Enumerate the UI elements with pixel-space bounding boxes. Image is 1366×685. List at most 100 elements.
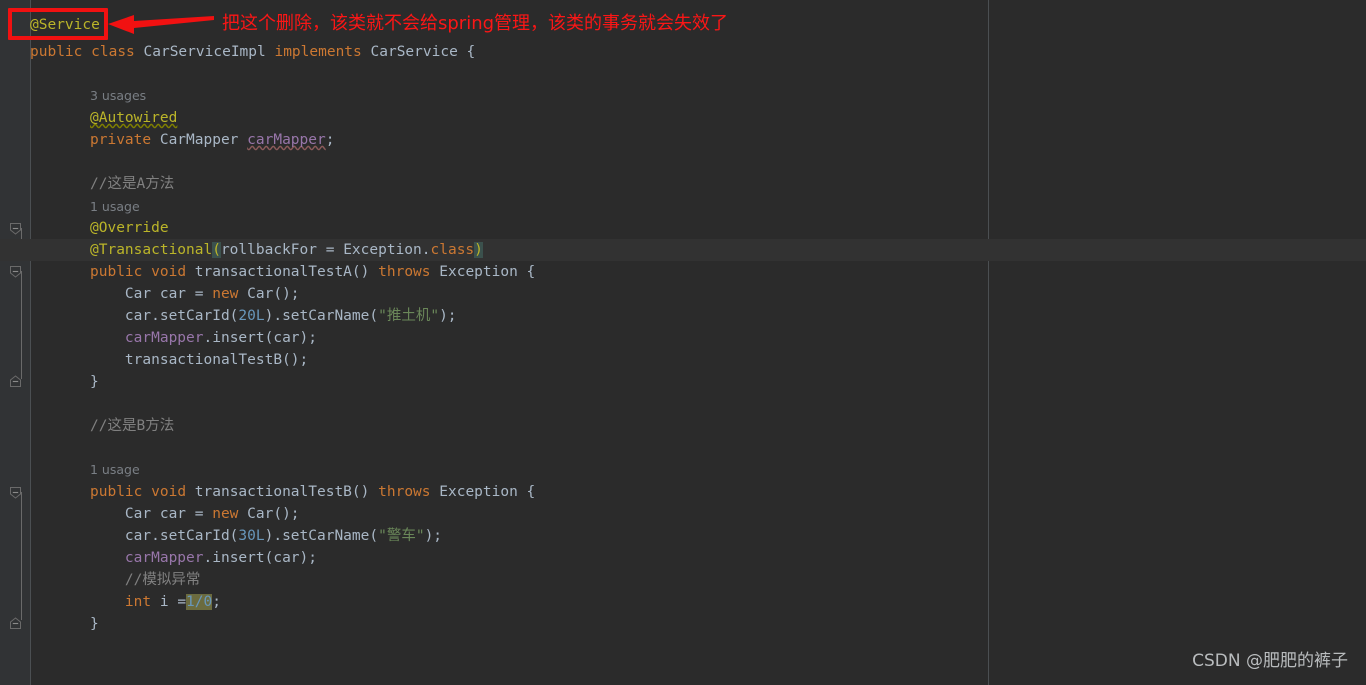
- code-text-layer[interactable]: @Service public class CarServiceImpl impl…: [0, 0, 1366, 685]
- code-line[interactable]: @Autowired: [0, 107, 1366, 129]
- annotation-note-text: 把这个删除，该类就不会给spring管理，该类的事务就会失效了: [222, 13, 729, 34]
- code-token: ).setCarName(: [264, 308, 379, 324]
- code-token: {: [517, 484, 536, 500]
- code-token: ;: [212, 594, 221, 610]
- code-line-content: car.setCarId(30L).setCarName("警车");: [0, 525, 442, 547]
- code-token: transactionalTestA: [194, 264, 352, 280]
- watermark-label: CSDN @肥肥的裤子: [1192, 651, 1348, 671]
- code-line[interactable]: transactionalTestB();: [0, 349, 1366, 371]
- code-token: transactionalTestB();: [90, 352, 309, 368]
- code-token: Exception: [439, 264, 518, 280]
- code-token: {: [517, 264, 536, 280]
- code-token: CarMapper: [159, 132, 239, 148]
- code-line[interactable]: @Override: [0, 217, 1366, 239]
- code-line[interactable]: //模拟异常: [0, 569, 1366, 591]
- usage-hint-label[interactable]: 3 usages: [0, 85, 146, 107]
- code-line[interactable]: carMapper.insert(car);: [0, 547, 1366, 569]
- code-token: public: [90, 484, 143, 500]
- code-line[interactable]: //这是A方法: [0, 173, 1366, 195]
- code-line-content: public void transactionalTestB() throws …: [0, 481, 535, 503]
- code-line-content: transactionalTestB();: [0, 349, 308, 371]
- inlay-hint-row[interactable]: 3 usages: [0, 85, 1366, 107]
- code-line-content: //模拟异常: [0, 569, 200, 591]
- code-token: throws: [378, 484, 431, 500]
- code-token: 20L: [238, 308, 265, 324]
- code-line[interactable]: public void transactionalTestB() throws …: [0, 481, 1366, 503]
- code-token: carMapper: [124, 550, 204, 566]
- code-line[interactable]: int i =1/0;: [0, 591, 1366, 613]
- code-line[interactable]: private CarMapper carMapper;: [0, 129, 1366, 151]
- code-line-content: }: [0, 371, 99, 393]
- code-token: (: [212, 242, 221, 258]
- code-line-content: carMapper.insert(car);: [0, 327, 317, 349]
- code-editor[interactable]: @Service public class CarServiceImpl impl…: [0, 0, 1366, 685]
- code-token: car.setCarId(: [90, 528, 239, 544]
- code-line[interactable]: }: [0, 613, 1366, 635]
- code-token: .insert(car);: [203, 330, 318, 346]
- code-token: "推土机": [378, 308, 440, 324]
- code-line[interactable]: carMapper.insert(car);: [0, 327, 1366, 349]
- code-token: CarService: [370, 44, 458, 60]
- usage-hint-label[interactable]: 1 usage: [0, 196, 140, 218]
- code-token: Car car =: [90, 286, 213, 302]
- code-token: //这是A方法: [90, 176, 175, 192]
- code-line-content: @Transactional(rollbackFor = Exception.c…: [0, 239, 483, 261]
- code-token: //这是B方法: [90, 418, 175, 434]
- code-token: Exception: [439, 484, 518, 500]
- code-token: ;: [325, 132, 335, 148]
- code-token: ): [474, 242, 483, 258]
- code-token: new: [212, 286, 239, 302]
- code-line[interactable]: car.setCarId(20L).setCarName("推土机");: [0, 305, 1366, 327]
- code-token: );: [424, 528, 443, 544]
- annotation-highlight-box: [8, 8, 108, 40]
- inlay-hint-row[interactable]: 1 usage: [0, 459, 1366, 481]
- code-line-content: Car car = new Car();: [0, 503, 300, 525]
- inlay-hint-row[interactable]: 1 usage: [0, 196, 1366, 218]
- code-token: CarServiceImpl: [143, 44, 266, 60]
- annotation-arrow: [108, 10, 214, 38]
- code-token: i =: [151, 594, 187, 610]
- code-token: class: [430, 242, 475, 258]
- code-line-content: }: [0, 613, 99, 635]
- code-token: public: [90, 264, 143, 280]
- code-line-content: //这是B方法: [0, 415, 174, 437]
- usage-hint-label[interactable]: 1 usage: [0, 459, 140, 481]
- code-token: transactionalTestB: [194, 484, 352, 500]
- code-token: Car car =: [90, 506, 213, 522]
- code-token: 30L: [238, 528, 265, 544]
- code-token: );: [439, 308, 457, 324]
- code-line[interactable]: @Transactional(rollbackFor = Exception.c…: [0, 239, 1366, 261]
- code-line[interactable]: Car car = new Car();: [0, 283, 1366, 305]
- code-line[interactable]: public void transactionalTestA() throws …: [0, 261, 1366, 283]
- code-line[interactable]: public class CarServiceImpl implements C…: [0, 41, 1366, 63]
- arrow-left-icon: [108, 15, 214, 34]
- code-line[interactable]: }: [0, 371, 1366, 393]
- code-token: (): [351, 484, 379, 500]
- code-token: @Autowired: [90, 110, 178, 126]
- code-token: {: [457, 44, 476, 60]
- code-line[interactable]: //这是B方法: [0, 415, 1366, 437]
- code-line[interactable]: car.setCarId(30L).setCarName("警车");: [0, 525, 1366, 547]
- code-token: =: [316, 242, 344, 258]
- code-token: carMapper: [247, 132, 326, 148]
- code-token: void: [151, 484, 187, 500]
- code-line-content: public class CarServiceImpl implements C…: [0, 41, 475, 63]
- code-token: @Transactional: [90, 242, 213, 258]
- code-token: class: [91, 44, 135, 60]
- code-token: "警车": [378, 528, 425, 544]
- code-token: rollbackFor: [220, 242, 317, 258]
- code-line[interactable]: Car car = new Car();: [0, 503, 1366, 525]
- code-token: }: [90, 616, 99, 632]
- code-token: //模拟异常: [90, 572, 201, 588]
- code-token: private: [90, 132, 152, 148]
- code-token: ).setCarName(: [264, 528, 379, 544]
- code-line-content: car.setCarId(20L).setCarName("推土机");: [0, 305, 457, 327]
